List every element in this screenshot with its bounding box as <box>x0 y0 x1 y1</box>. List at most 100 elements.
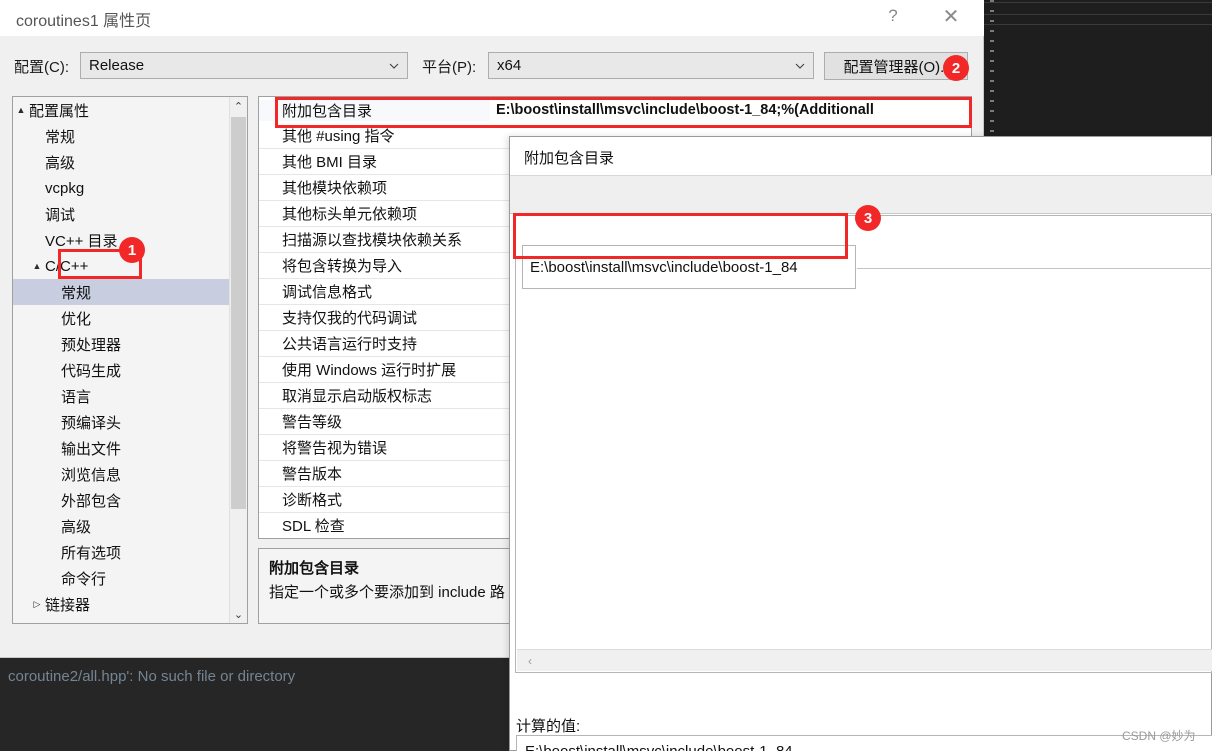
tree-item[interactable]: 代码生成 <box>13 357 231 383</box>
collapsed-arrow-icon[interactable]: ▷ <box>29 599 45 610</box>
tree-item[interactable]: 浏览信息 <box>13 461 231 487</box>
configuration-value: Release <box>89 57 145 74</box>
property-value[interactable]: E:\boost\install\msvc\include\boost-1_84… <box>490 102 971 118</box>
property-name: 其他 #using 指令 <box>282 128 395 145</box>
configuration-label: 配置(C): <box>14 59 69 76</box>
property-name: 调试信息格式 <box>282 284 373 301</box>
property-name: 其他 BMI 目录 <box>282 154 378 171</box>
configuration-select[interactable]: Release <box>80 52 408 79</box>
tree-item[interactable]: 语言 <box>13 383 231 409</box>
tree-item[interactable]: 调试 <box>13 201 231 227</box>
annotation-badge-1: 1 <box>119 237 145 263</box>
list-row-divider <box>857 268 1212 269</box>
vs-editor-line-3 <box>984 24 1212 25</box>
tree-item-label: 调试 <box>45 206 76 224</box>
annotation-badge-2: 2 <box>943 55 969 81</box>
list-horizontal-scrollbar[interactable]: ‹ <box>517 649 1212 671</box>
vs-editor-dark-area <box>984 0 1212 140</box>
chevron-down-icon <box>795 63 805 69</box>
tree-item-label: 输出文件 <box>61 440 122 458</box>
tree-item[interactable]: 命令行 <box>13 565 231 591</box>
tree-item[interactable]: 预编译头 <box>13 409 231 435</box>
scroll-left-icon[interactable]: ‹ <box>520 650 540 671</box>
property-name: 将警告视为错误 <box>282 440 388 457</box>
tree-item[interactable]: 所有选项 <box>13 539 231 565</box>
tree-item-label: 命令行 <box>61 570 107 588</box>
property-row[interactable]: 附加包含目录 E:\boost\install\msvc\include\boos… <box>259 97 971 123</box>
close-icon[interactable]: ✕ <box>928 0 974 32</box>
property-name: 警告等级 <box>282 414 343 431</box>
tree-item[interactable]: ▷ 链接器 <box>13 591 231 617</box>
property-name: 将包含转换为导入 <box>282 258 403 275</box>
watermark: CSDN @妙为 <box>1122 729 1196 743</box>
tree-item-label: 常规 <box>45 128 76 146</box>
chevron-down-icon <box>389 63 399 69</box>
scroll-up-icon[interactable]: ⌃ <box>230 97 247 115</box>
tree-item-label: 常规 <box>61 284 92 302</box>
annotation-badge-3: 3 <box>855 205 881 231</box>
tree-item-label: 语言 <box>61 388 92 406</box>
vs-editor-gutter-dots <box>990 0 994 140</box>
tree-item-label: 链接器 <box>45 596 91 614</box>
tree-item[interactable]: 常规 <box>13 279 231 305</box>
tree-item-label: VC++ 目录 <box>45 232 118 250</box>
tree-item-label: vcpkg <box>45 179 85 197</box>
tree-item[interactable]: 预处理器 <box>13 331 231 357</box>
property-name: 公共语言运行时支持 <box>282 336 418 353</box>
tree-item[interactable]: vcpkg <box>13 175 231 201</box>
calculated-value-line-1: E:\boost\install\msvc\include\boost-1_84 <box>525 741 1204 751</box>
tree-item-label: 高级 <box>61 518 92 536</box>
tree-item-label: 代码生成 <box>61 362 122 380</box>
tree-item-label: 外部包含 <box>61 492 122 510</box>
platform-select[interactable]: x64 <box>488 52 814 79</box>
help-icon[interactable]: ? <box>870 0 916 32</box>
property-name: 取消显示启动版权标志 <box>282 388 433 405</box>
tree-item-label: 预处理器 <box>61 336 122 354</box>
tree-item[interactable]: 优化 <box>13 305 231 331</box>
expanded-arrow-icon[interactable]: ▲ <box>29 261 45 271</box>
vs-editor-line-1 <box>984 2 1212 3</box>
tree-item-label: 预编译头 <box>61 414 122 432</box>
tree-item-label: 清单工具 <box>45 620 105 624</box>
tree-item-label: 配置属性 <box>29 102 90 120</box>
page-title: coroutines1 属性页 <box>16 13 152 30</box>
include-directory-input[interactable]: E:\boost\install\msvc\include\boost-1_84 <box>522 245 856 289</box>
tree-item-label: C/C++ <box>45 257 89 275</box>
scroll-down-icon[interactable]: ⌄ <box>230 605 247 623</box>
tree-item-label: 所有选项 <box>61 544 122 562</box>
tree-scrollbar[interactable]: ⌃ ⌄ <box>229 97 247 623</box>
tree-item[interactable]: 外部包含 <box>13 487 231 513</box>
tree-item[interactable]: ▷清单工具 <box>13 617 231 624</box>
property-name: 使用 Windows 运行时扩展 <box>282 362 457 379</box>
tree-item-label: 高级 <box>45 154 76 172</box>
property-name: 扫描源以查找模块依赖关系 <box>282 232 463 249</box>
vs-editor-line-2 <box>984 14 1212 15</box>
property-name: 警告版本 <box>282 466 343 483</box>
configuration-bar: 配置(C): Release 平台(P): x64 配置管理器(O).. <box>0 44 984 88</box>
tree-item-label: 浏览信息 <box>61 466 122 484</box>
platform-label: 平台(P): <box>422 59 477 76</box>
property-name: 附加包含目录 <box>259 99 490 121</box>
include-directories-list[interactable]: E:\boost\install\msvc\include\boost-1_84… <box>515 215 1212 673</box>
tree-item[interactable]: 常规 <box>13 123 231 149</box>
tree-item[interactable]: 高级 <box>13 513 231 539</box>
tree-scroll-thumb[interactable] <box>231 117 246 509</box>
settings-tree[interactable]: ▲ 配置属性 常规 高级 vcpkg 调试 VC++ 目录 ▲ C/C++ 常规 优化 预处理器 代码生… <box>12 96 248 624</box>
tree-item-label: 优化 <box>61 310 92 328</box>
tree-item[interactable]: 输出文件 <box>13 435 231 461</box>
vs-error-text: coroutine2/all.hpp': No such file or dir… <box>8 668 296 685</box>
window-titlebar: coroutines1 属性页 ? ✕ <box>0 0 984 36</box>
property-name: 支持仅我的代码调试 <box>282 310 418 327</box>
expanded-arrow-icon[interactable]: ▲ <box>13 105 29 115</box>
tree-item[interactable]: ▲ 配置属性 <box>13 97 231 123</box>
calculated-value-box: E:\boost\install\msvc\include\boost-1_84… <box>516 735 1212 751</box>
sub-dialog-title: 附加包含目录 <box>524 150 615 167</box>
property-name: SDL 检查 <box>282 518 345 535</box>
tree-item[interactable]: 高级 <box>13 149 231 175</box>
platform-value: x64 <box>497 57 522 74</box>
calculated-value-label: 计算的值: <box>516 718 581 735</box>
property-name: 其他标头单元依赖项 <box>282 206 418 223</box>
property-name: 诊断格式 <box>282 492 343 509</box>
property-name: 其他模块依赖项 <box>282 180 388 197</box>
settings-tree-items: ▲ 配置属性 常规 高级 vcpkg 调试 VC++ 目录 ▲ C/C++ 常规 优化 预处理器 代码生… <box>13 97 231 623</box>
